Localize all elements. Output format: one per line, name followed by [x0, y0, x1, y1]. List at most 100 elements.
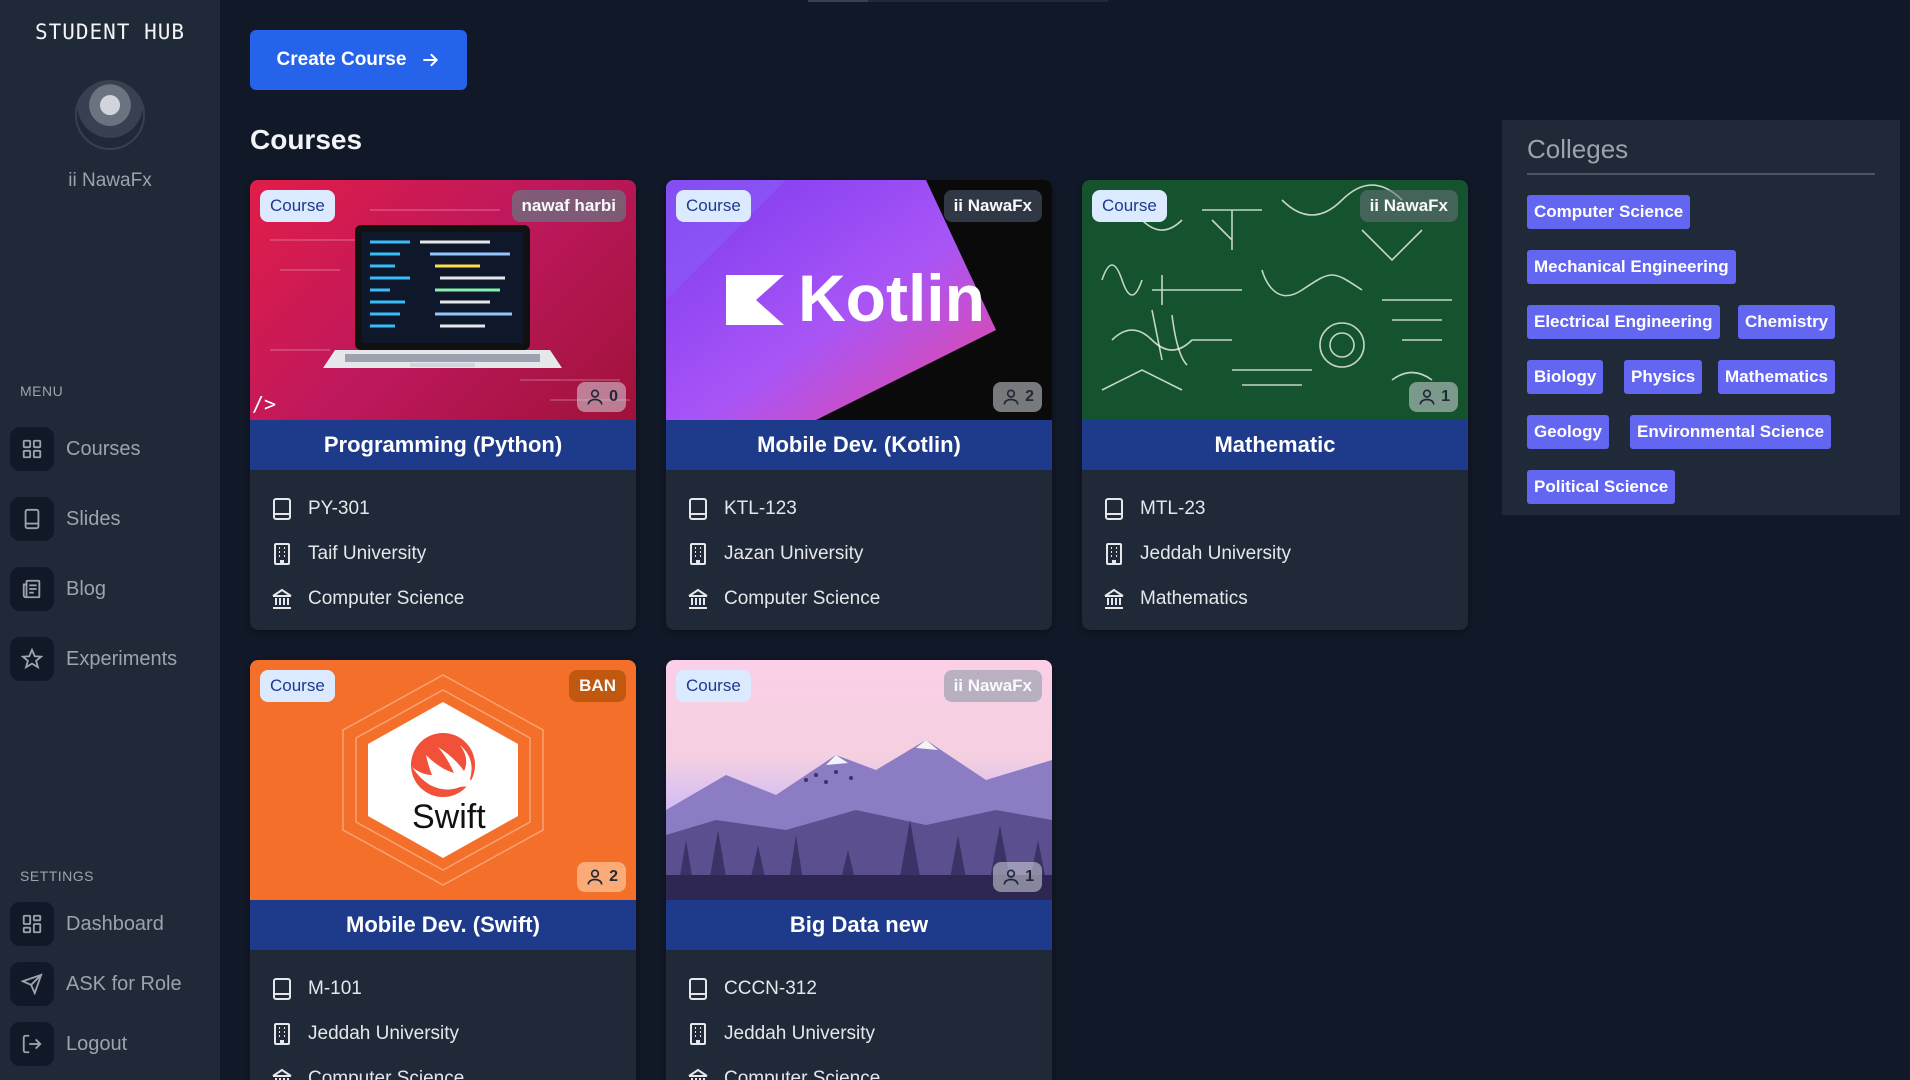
college-name: Computer Science	[724, 1067, 881, 1080]
building-icon	[274, 542, 290, 565]
user-icon	[1419, 389, 1435, 405]
author-badge: nawaf harbi	[511, 190, 626, 222]
course-thumbnail: Course ii NawaFx 1	[1082, 180, 1468, 420]
username: ii NawaFx	[68, 170, 152, 191]
course-card-big-data[interactable]: Course ii NawaFx 1 Big Data new CCCN-312…	[666, 660, 1052, 1080]
university-name: Jeddah University	[1140, 542, 1292, 564]
brand-title: STUDENT HUB	[34, 20, 186, 44]
kotlin-wordmark: Kotlin	[798, 261, 985, 335]
create-course-button[interactable]: Create Course	[250, 30, 467, 90]
course-card-python[interactable]: /> Course nawaf harbi 0 Programming (Pyt…	[250, 180, 636, 630]
institution-icon	[272, 1068, 292, 1080]
college-row: Computer Science	[270, 1056, 616, 1080]
sidebar-item-label: Dashboard	[66, 912, 164, 935]
author-badge: ii NawaFx	[943, 190, 1042, 222]
college-row: Mathematics	[1102, 576, 1448, 621]
author-badge: ii NawaFx	[943, 670, 1042, 702]
course-type-badge: Course	[260, 670, 335, 702]
building-icon	[690, 542, 706, 565]
course-title: Mobile Dev. (Kotlin)	[666, 420, 1052, 470]
college-tag[interactable]: Biology	[1527, 360, 1604, 394]
course-title: Mathematic	[1082, 420, 1468, 470]
members-count: 2	[609, 868, 618, 885]
college-tag[interactable]: Mathematics	[1718, 360, 1835, 394]
sidebar-item-experiments[interactable]: Experiments	[10, 635, 210, 683]
course-code-row: PY-301	[270, 486, 616, 531]
user-icon	[1003, 869, 1019, 885]
author-badge: BAN	[569, 670, 626, 702]
building-icon	[274, 1022, 290, 1045]
sidebar-item-dashboard[interactable]: Dashboard	[10, 900, 210, 948]
university-row: Jeddah University	[686, 1011, 1032, 1056]
course-title: Mobile Dev. (Swift)	[250, 900, 636, 950]
sidebar-item-logout[interactable]: Logout	[10, 1020, 210, 1068]
college-row: Computer Science	[686, 1056, 1032, 1080]
book-icon	[273, 497, 291, 520]
author-badge: ii NawaFx	[1359, 190, 1458, 222]
university-row: Taif University	[270, 531, 616, 576]
user-icon	[587, 389, 603, 405]
course-code: CCCN-312	[724, 977, 817, 999]
sidebar-item-ask-for-role[interactable]: ASK for Role	[10, 960, 210, 1008]
course-code-row: KTL-123	[686, 486, 1032, 531]
sidebar-item-label: Experiments	[66, 647, 178, 670]
sidebar-item-label: Slides	[66, 507, 121, 530]
course-type-badge: Course	[676, 670, 751, 702]
course-card-kotlin[interactable]: Kotlin Course ii NawaFx 2 Mobile Dev. (K…	[666, 180, 1052, 630]
members-count: 0	[609, 388, 618, 405]
members-count-badge: 1	[1409, 382, 1458, 412]
university-name: Jeddah University	[724, 1022, 876, 1044]
institution-icon	[688, 588, 708, 609]
swift-wordmark: Swift	[412, 798, 486, 836]
tablet-icon	[10, 497, 54, 541]
college-name: Computer Science	[724, 587, 881, 609]
avatar[interactable]	[75, 80, 145, 150]
course-title: Big Data new	[666, 900, 1052, 950]
college-tag[interactable]: Chemistry	[1738, 305, 1836, 339]
college-tag[interactable]: Environmental Science	[1630, 415, 1832, 449]
college-tag[interactable]: Computer Science	[1527, 195, 1691, 229]
members-count: 1	[1441, 388, 1450, 405]
create-course-label: Create Course	[276, 49, 407, 70]
college-tag[interactable]: Physics	[1624, 360, 1703, 394]
college-tag[interactable]: Political Science	[1527, 470, 1676, 504]
page-title: Courses	[250, 124, 363, 155]
university-name: Taif University	[308, 542, 427, 564]
course-type-badge: Course	[1092, 190, 1167, 222]
college-row: Computer Science	[270, 576, 616, 621]
course-title: Programming (Python)	[250, 420, 636, 470]
arrow-right-icon	[423, 53, 439, 67]
course-card-mathematic[interactable]: Course ii NawaFx 1 Mathematic MTL-23 Jed…	[1082, 180, 1468, 630]
sidebar-item-label: Blog	[66, 577, 107, 600]
course-type-badge: Course	[676, 190, 751, 222]
sidebar-item-blog[interactable]: Blog	[10, 565, 210, 613]
book-icon	[689, 497, 707, 520]
book-icon	[273, 977, 291, 1000]
course-thumbnail: Swift Course BAN 2	[250, 660, 636, 900]
members-count: 1	[1025, 868, 1034, 885]
course-code: PY-301	[308, 497, 370, 519]
user-icon	[587, 869, 603, 885]
divider	[1527, 173, 1875, 175]
code-glyph: />	[252, 392, 277, 416]
menu-section-label: MENU	[20, 383, 64, 399]
settings-section-label: SETTINGS	[20, 868, 95, 884]
university-name: Jazan University	[724, 542, 864, 564]
course-card-swift[interactable]: Swift Course BAN 2 Mobile Dev. (Swift) M…	[250, 660, 636, 1080]
college-tag[interactable]: Electrical Engineering	[1527, 305, 1720, 339]
course-code: KTL-123	[724, 497, 797, 519]
sidebar-item-slides[interactable]: Slides	[10, 495, 210, 543]
university-row: Jeddah University	[270, 1011, 616, 1056]
members-count-badge: 1	[993, 862, 1042, 892]
sidebar-item-label: Courses	[66, 437, 141, 460]
college-tag[interactable]: Geology	[1527, 415, 1610, 449]
logout-icon	[10, 1022, 54, 1066]
members-count-badge: 2	[577, 862, 626, 892]
college-tag[interactable]: Mechanical Engineering	[1527, 250, 1736, 284]
building-icon	[1106, 542, 1122, 565]
sidebar-item-label: ASK for Role	[66, 972, 182, 995]
send-icon	[10, 962, 54, 1006]
college-name: Mathematics	[1140, 587, 1248, 609]
institution-icon	[1104, 588, 1124, 609]
sidebar-item-courses[interactable]: Courses	[10, 425, 210, 473]
